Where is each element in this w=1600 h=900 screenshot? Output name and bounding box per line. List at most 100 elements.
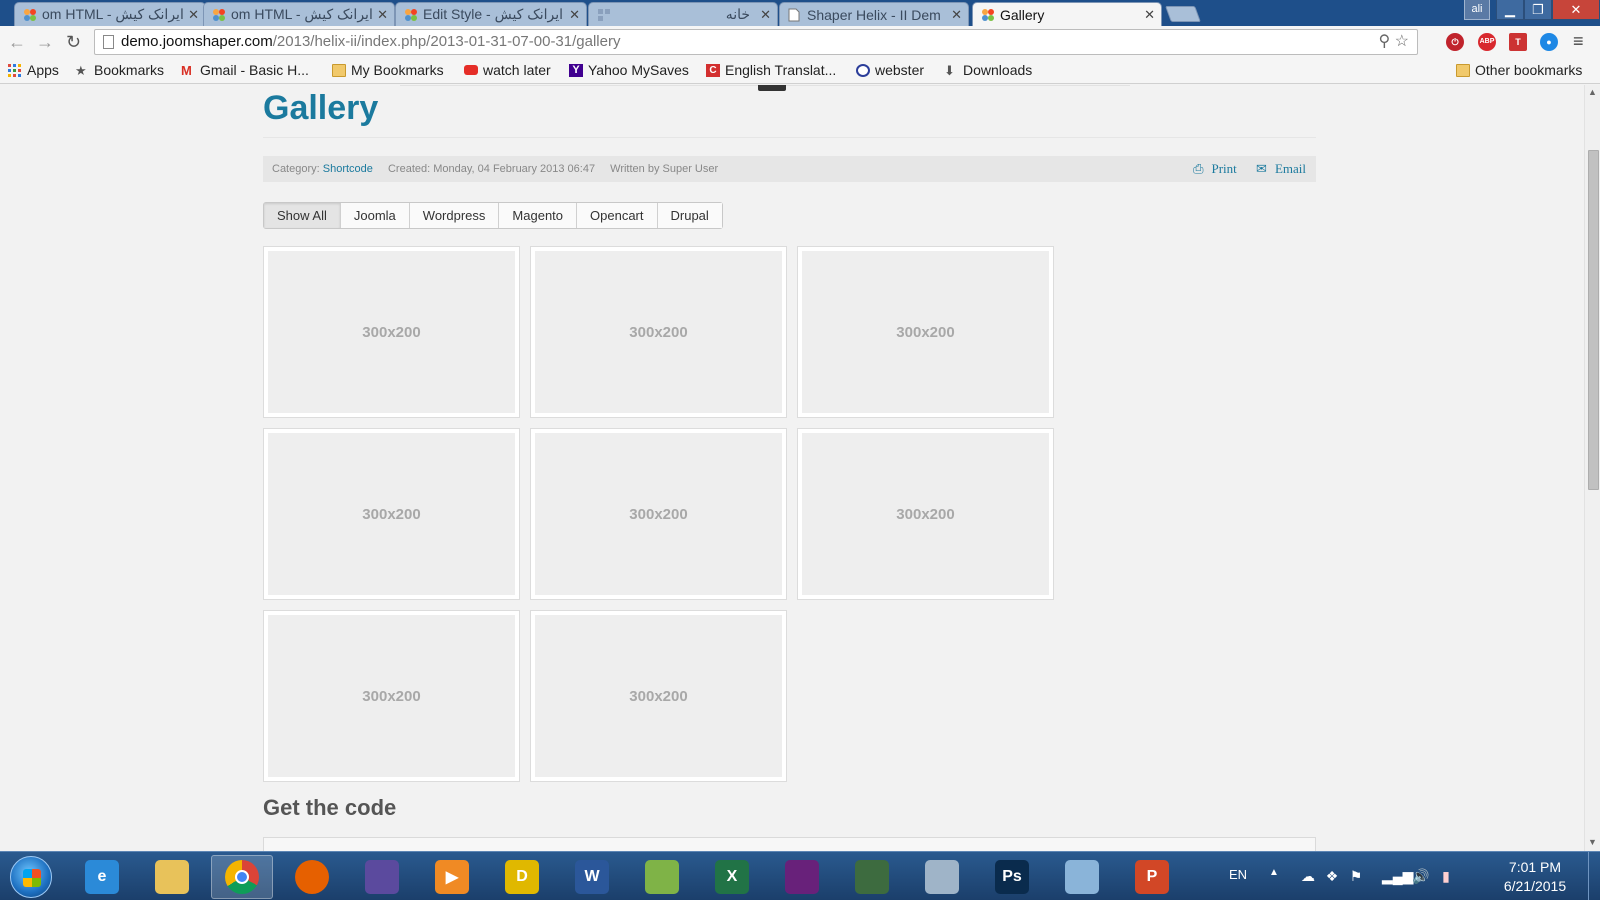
filter-wordpress[interactable]: Wordpress [409, 203, 500, 228]
taskbar-app-button[interactable] [211, 855, 273, 899]
url-path: /2013/helix-ii/index.php/2013-01-31-07-0… [272, 33, 621, 50]
action-center-flag-icon[interactable]: ⚑ [1348, 868, 1364, 884]
vertical-scrollbar[interactable]: ▲ ▼ [1584, 85, 1600, 851]
browser-tab[interactable]: om HTML - ایرانک کیش ✕ [14, 2, 206, 26]
gallery-item[interactable]: 300x200 [797, 428, 1054, 600]
gallery-item[interactable]: 300x200 [530, 428, 787, 600]
windows-logo-icon [23, 869, 41, 887]
taskbar-app-button[interactable] [281, 855, 343, 899]
signal-bars-icon[interactable]: ▂▄▆ [1382, 868, 1413, 884]
gallery-item[interactable]: 300x200 [263, 428, 520, 600]
power-status-icon[interactable]: ▮ [1438, 868, 1454, 884]
extension-icon[interactable]: ● [1540, 33, 1558, 51]
browser-tabstrip: om HTML - ایرانک کیش ✕ om HTML - ایرانک … [0, 0, 1600, 26]
bookmark-apps[interactable]: Apps [8, 62, 59, 78]
scroll-down-icon[interactable]: ▼ [1588, 837, 1597, 847]
close-tab-icon[interactable]: ✕ [951, 7, 962, 23]
browser-tab-active[interactable]: Gallery ✕ [972, 2, 1162, 26]
address-bar[interactable]: demo.joomshaper.com/2013/helix-ii/index.… [94, 29, 1418, 55]
close-tab-icon[interactable]: ✕ [188, 7, 199, 23]
taskbar-app-button[interactable] [911, 855, 973, 899]
scroll-thumb[interactable] [1588, 150, 1599, 490]
maximize-icon[interactable]: ❐ [1524, 0, 1552, 20]
forward-arrow-icon[interactable]: → [36, 32, 54, 53]
filter-drupal[interactable]: Drupal [657, 203, 722, 228]
taskbar-app-button[interactable]: X [701, 855, 763, 899]
filter-opencart[interactable]: Opencart [577, 203, 658, 228]
translate-extension-icon[interactable]: T [1509, 33, 1527, 51]
user-badge[interactable]: ali [1464, 0, 1490, 20]
bookmark-bookmarks[interactable]: ★ Bookmarks [75, 62, 164, 78]
network-sync-icon[interactable]: ☁ [1300, 868, 1316, 884]
print-button[interactable]: ⎙ Print [1185, 161, 1237, 176]
title-divider [263, 137, 1316, 138]
taskbar-app-button[interactable]: ▶ [421, 855, 483, 899]
other-bookmarks[interactable]: Other bookmarks [1456, 62, 1582, 78]
new-tab-button[interactable] [1165, 6, 1201, 22]
gallery-item[interactable]: 300x200 [263, 246, 520, 418]
menu-icon[interactable]: ≡ [1573, 31, 1584, 52]
language-indicator[interactable]: EN [1229, 867, 1247, 882]
taskbar-app-button[interactable]: D [491, 855, 553, 899]
meta-author: Written by Super User [610, 163, 719, 175]
clock-date: 6/21/2015 [1503, 878, 1567, 894]
taskbar-app-button[interactable] [141, 855, 203, 899]
bookmark-webster[interactable]: webster [856, 62, 924, 78]
gallery-item[interactable]: 300x200 [530, 610, 787, 782]
taskbar-app-button[interactable] [631, 855, 693, 899]
close-tab-icon[interactable]: ✕ [569, 7, 580, 23]
email-label: Email [1274, 161, 1306, 176]
bookmark-translate[interactable]: C English Translat... [706, 62, 836, 78]
adblock-icon[interactable]: ABP [1478, 33, 1496, 51]
close-tab-icon[interactable]: ✕ [1144, 7, 1155, 23]
page-title: Gallery [263, 89, 379, 127]
browser-tab[interactable]: Shaper Helix - II Dem ✕ [779, 2, 969, 26]
browser-tab[interactable]: om HTML - ایرانک کیش ✕ [203, 2, 395, 26]
email-button[interactable]: ✉ Email [1248, 161, 1306, 176]
bookmark-yahoo[interactable]: Y Yahoo MySaves [569, 62, 689, 78]
printer-icon: ⎙ [1193, 161, 1204, 176]
bookmark-gmail[interactable]: M Gmail - Basic H... [181, 62, 309, 78]
minimize-icon[interactable]: ▁ [1496, 0, 1524, 20]
taskbar-app-button[interactable] [1051, 855, 1113, 899]
gallery-item[interactable]: 300x200 [530, 246, 787, 418]
back-arrow-icon[interactable]: ← [8, 32, 26, 53]
dropbox-icon[interactable]: ❖ [1324, 868, 1340, 884]
bookmark-my-bookmarks[interactable]: My Bookmarks [332, 62, 444, 78]
close-tab-icon[interactable]: ✕ [377, 7, 388, 23]
taskbar-app-button[interactable] [841, 855, 903, 899]
taskbar-app-button[interactable] [351, 855, 413, 899]
volume-icon[interactable]: 🔊 [1412, 868, 1429, 884]
taskbar-app-button[interactable]: W [561, 855, 623, 899]
taskbar-app-button[interactable]: Ps [981, 855, 1043, 899]
filter-joomla[interactable]: Joomla [340, 203, 410, 228]
show-desktop-button[interactable] [1588, 852, 1600, 900]
zoom-search-icon[interactable]: ⚲ [1378, 33, 1390, 50]
browser-tab[interactable]: خانه ✕ [588, 2, 778, 26]
filter-magento[interactable]: Magento [499, 203, 578, 228]
scroll-up-icon[interactable]: ▲ [1588, 87, 1597, 97]
remote-desktop-icon [1065, 860, 1099, 894]
bookmark-label: Bookmarks [94, 62, 165, 78]
bookmark-star-icon[interactable]: ☆ [1395, 33, 1409, 50]
taskbar-app-button[interactable] [771, 855, 833, 899]
bookmark-watch-later[interactable]: watch later [464, 62, 551, 78]
reload-icon[interactable]: ↻ [66, 32, 81, 53]
gallery-item[interactable]: 300x200 [797, 246, 1054, 418]
show-hidden-icons-icon[interactable]: ▲ [1269, 867, 1279, 878]
bookmark-downloads[interactable]: ⬇ Downloads [944, 62, 1032, 78]
taskbar-app-button[interactable]: e [71, 855, 133, 899]
gallery-item[interactable]: 300x200 [263, 610, 520, 782]
browser-tab[interactable]: Edit Style - ایرانک کیش ✕ [395, 2, 587, 26]
start-button[interactable] [10, 856, 52, 898]
filter-show-all[interactable]: Show All [264, 203, 341, 228]
taskbar-app-button[interactable]: P [1121, 855, 1183, 899]
download-icon: ⬇ [944, 62, 955, 78]
joomla-favicon-icon [404, 8, 418, 22]
close-window-icon[interactable]: ✕ [1552, 0, 1600, 20]
power-extension-icon[interactable]: ⏻ [1446, 33, 1464, 51]
close-tab-icon[interactable]: ✕ [760, 7, 771, 23]
category-link[interactable]: Shortcode [323, 163, 373, 175]
article-meta-bar: Category: Shortcode Created: Monday, 04 … [263, 156, 1316, 182]
clock[interactable]: 7:01 PM 6/21/2015 [1490, 858, 1580, 896]
